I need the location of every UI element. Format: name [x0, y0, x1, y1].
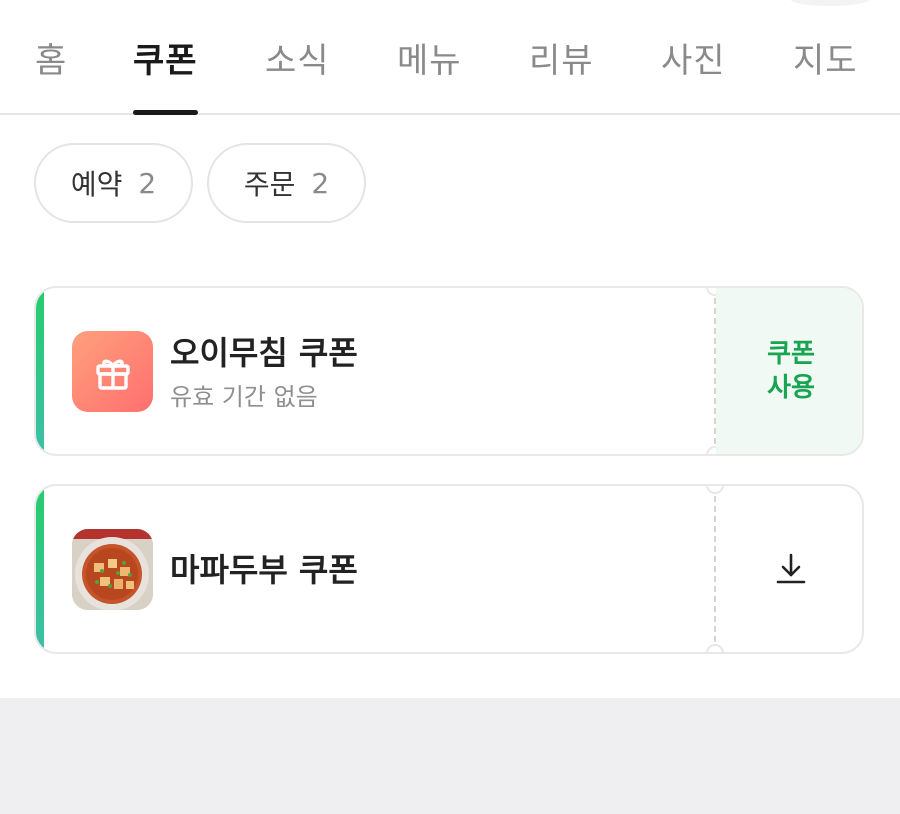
filter-chip-order[interactable]: 주문 2 [207, 143, 366, 223]
tab-coupon[interactable]: 쿠폰 [133, 40, 198, 82]
download-coupon-button[interactable] [716, 486, 862, 652]
use-coupon-label-line: 쿠폰 [767, 339, 815, 369]
coupon-accent-bar [36, 486, 44, 652]
tab-map[interactable]: 지도 [793, 40, 858, 82]
filter-chip-label: 주문 [243, 168, 296, 201]
filter-chip-count: 2 [138, 166, 157, 200]
tab-menu[interactable]: 메뉴 [397, 40, 462, 82]
filter-chip-count: 2 [311, 166, 330, 200]
use-coupon-button[interactable]: 쿠폰 사용 [716, 288, 862, 454]
tab-photos[interactable]: 사진 [661, 40, 726, 82]
coupon-title: 오이무침 쿠폰 [170, 334, 358, 372]
tab-reviews[interactable]: 리뷰 [529, 40, 594, 82]
active-tab-indicator [133, 110, 198, 115]
tab-news[interactable]: 소식 [265, 40, 330, 82]
use-coupon-label-line: 사용 [767, 373, 815, 403]
gift-icon [72, 331, 153, 412]
download-icon [776, 553, 806, 584]
coupon-card: 오이무침 쿠폰 유효 기간 없음 쿠폰 사용 [34, 286, 864, 456]
filter-chip-label: 예약 [70, 168, 123, 201]
coupon-accent-bar [36, 288, 44, 454]
coupon-card: 마파두부 쿠폰 [34, 484, 864, 654]
use-coupon-label: 쿠폰 사용 [767, 337, 815, 405]
filter-chip-reservation[interactable]: 예약 2 [34, 143, 193, 223]
bottom-gray-area [0, 698, 900, 814]
tab-home[interactable]: 홈 [35, 40, 67, 82]
coupon-validity: 유효 기간 없음 [170, 383, 318, 411]
mapo-tofu-photo [72, 529, 153, 610]
coupon-title: 마파두부 쿠폰 [170, 551, 358, 589]
tab-bar: 홈 쿠폰 소식 메뉴 리뷰 사진 지도 [0, 0, 900, 115]
